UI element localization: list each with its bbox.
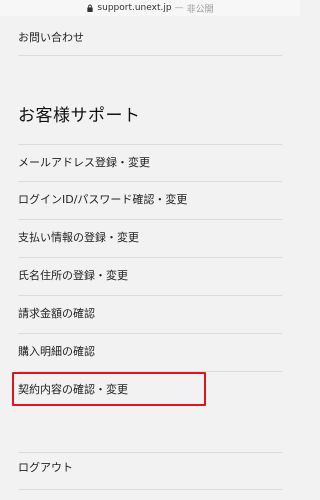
divider [18,144,282,145]
divider [18,295,282,296]
logout-link[interactable]: ログアウト [18,461,282,475]
page-content: お問い合わせ お客様サポート メールアドレス登録・変更 ログインID/パスワード… [0,16,300,500]
divider [18,489,282,490]
divider [18,333,282,334]
support-item-address[interactable]: 氏名住所の登録・変更 [18,269,282,283]
support-item-login[interactable]: ログインID/パスワード確認・変更 [18,193,282,207]
lock-icon [87,4,94,12]
url-separator: — [174,3,184,13]
divider [18,181,282,182]
browser-address-bar[interactable]: support.unext.jp — 非公開 [0,0,300,16]
support-item-billing[interactable]: 請求金額の確認 [18,307,282,321]
contact-link[interactable]: お問い合わせ [18,31,282,45]
divider [18,55,282,56]
support-item-payment[interactable]: 支払い情報の登録・変更 [18,231,282,245]
highlight-box [12,372,206,406]
section-title: お客様サポート [18,106,141,126]
divider [18,452,282,453]
support-item-email[interactable]: メールアドレス登録・変更 [18,156,282,170]
url-text: support.unext.jp [97,3,172,13]
support-item-purchases[interactable]: 購入明細の確認 [18,345,282,359]
divider [18,219,282,220]
divider [18,257,282,258]
privacy-label: 非公開 [186,4,214,15]
